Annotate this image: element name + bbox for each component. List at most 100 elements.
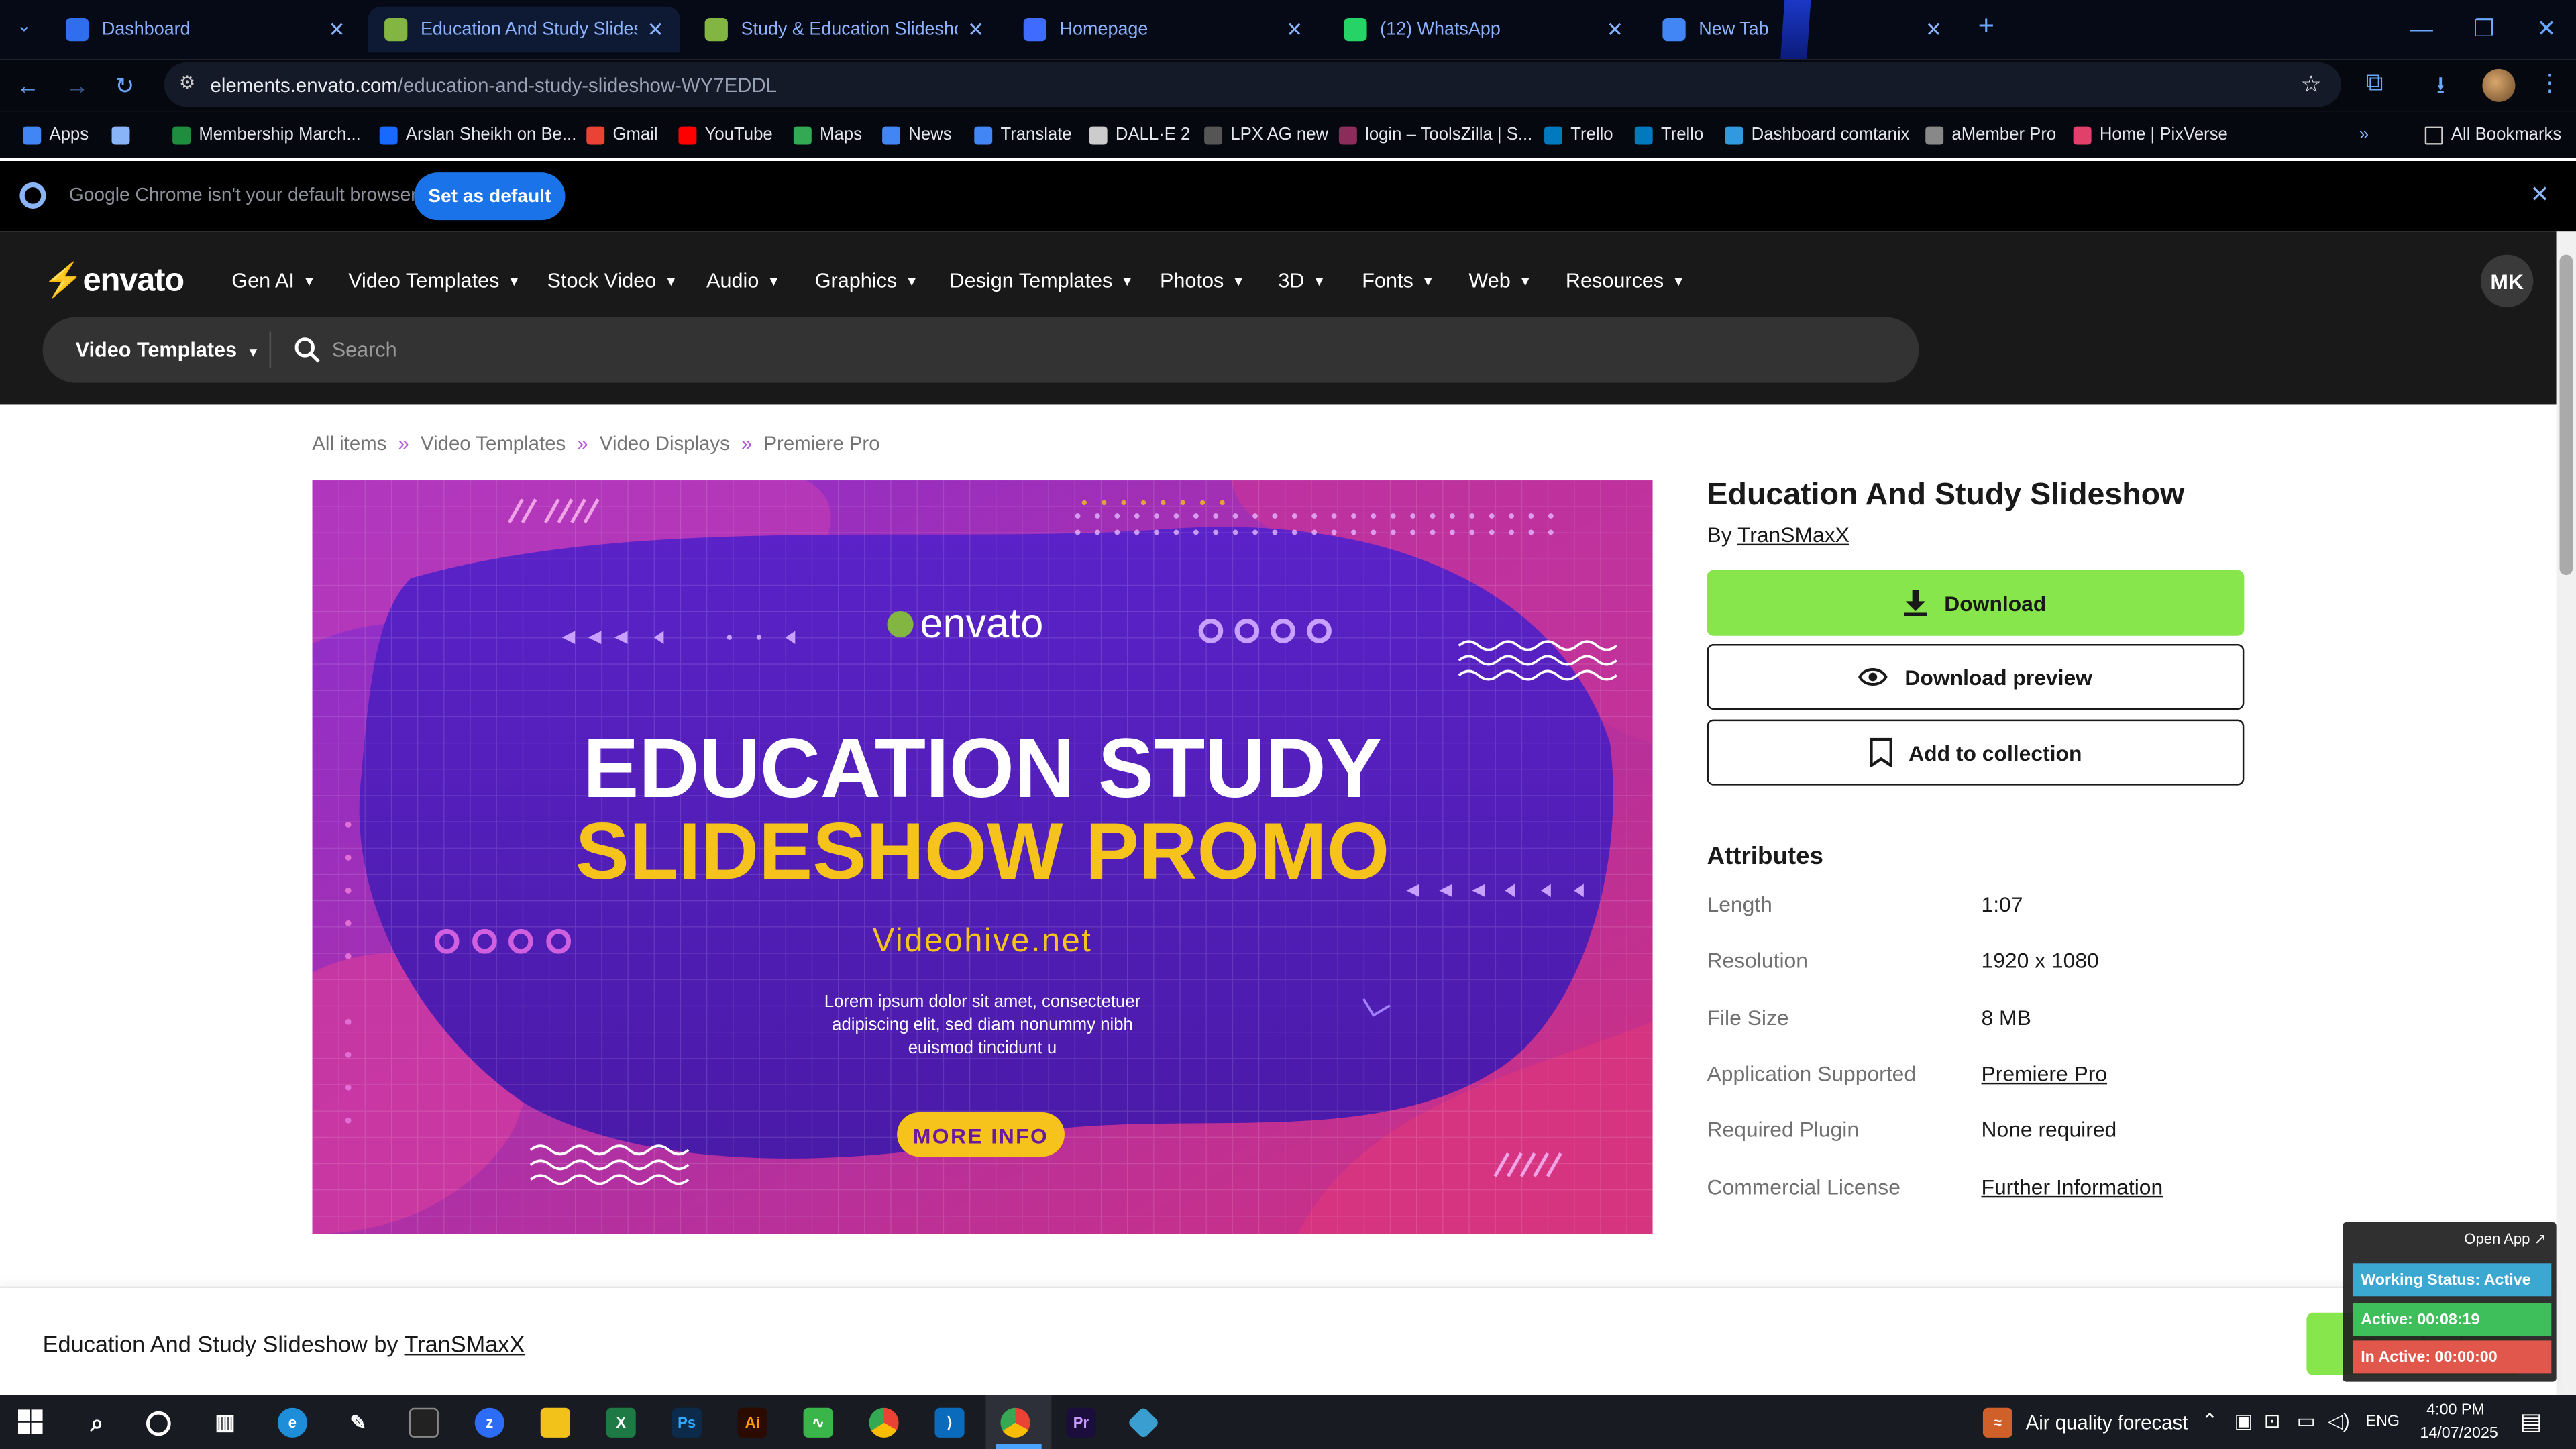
tab-close-icon[interactable]: ✕ (329, 18, 345, 41)
tab-close-icon[interactable]: ✕ (647, 18, 664, 41)
tab-close-icon[interactable]: ✕ (1925, 18, 1942, 41)
bookmark-item[interactable]: YouTube (678, 121, 773, 148)
tab-5[interactable]: New Tab ✕ (1646, 7, 1958, 53)
nav-item-video-templates[interactable]: Video Templates ▼ (348, 270, 521, 292)
illustrator-icon[interactable]: Ai (737, 1407, 767, 1438)
tab-3[interactable]: Homepage ✕ (1007, 7, 1319, 53)
nav-item-audio[interactable]: Audio ▼ (706, 270, 780, 292)
tab-1[interactable]: Education And Study Slideshow ✕ (368, 6, 680, 53)
nav-item-stock-video[interactable]: Stock Video ▼ (547, 270, 678, 292)
downloads-icon[interactable]: ⭳ (2436, 69, 2445, 110)
profile-avatar[interactable] (2482, 68, 2516, 102)
scrollbar-thumb[interactable] (2559, 254, 2573, 576)
site-info-icon[interactable]: ⚙ (179, 72, 195, 93)
download-preview-button[interactable]: Download preview (1707, 644, 2245, 710)
forward-icon[interactable]: → (66, 72, 89, 99)
breadcrumb-link[interactable]: Video Displays (600, 432, 730, 455)
camtasia-icon[interactable]: ∿ (803, 1407, 833, 1438)
reload-icon[interactable]: ↻ (115, 72, 134, 101)
weather-widget[interactable]: Air quality forecast (2026, 1411, 2188, 1434)
bookmark-item[interactable]: Gmail (586, 121, 658, 148)
new-tab-button[interactable]: + (1978, 10, 1994, 43)
premiere-icon[interactable]: Pr (1066, 1407, 1096, 1438)
nav-item-fonts[interactable]: Fonts ▼ (1362, 270, 1434, 292)
more-bookmarks-icon[interactable]: » (2359, 121, 2369, 148)
menu-icon[interactable]: ⋮ (2538, 69, 2561, 97)
product-preview-image[interactable]: envato EDUCATION STUDY SLIDESHOW PROMO V… (312, 480, 1653, 1234)
attribute-value-link[interactable]: Further Information (1981, 1174, 2163, 1199)
breadcrumb-link[interactable]: Video Templates (421, 432, 566, 455)
search-taskbar-icon[interactable]: ⌕ (82, 1408, 111, 1438)
address-bar[interactable]: ⚙ elements.envato.com/education-and-stud… (164, 62, 2341, 107)
task-view-icon[interactable]: ▥ (210, 1408, 239, 1438)
tray-security-icon[interactable]: ⊡ (2264, 1409, 2281, 1432)
author-link[interactable]: TranSMaxX (1737, 523, 1849, 547)
open-app-link[interactable]: Open App ↗ (2464, 1230, 2546, 1248)
tab-close-icon[interactable]: ✕ (1607, 18, 1623, 41)
pen-tool-icon[interactable]: ✎ (343, 1408, 373, 1438)
search-input[interactable] (331, 330, 1811, 370)
restore-button[interactable]: ❐ (2455, 0, 2514, 56)
bookmark-item[interactable]: Trello (1544, 121, 1613, 148)
all-bookmarks[interactable]: All Bookmarks (2424, 121, 2561, 148)
bookmark-item[interactable]: LPX AG new (1204, 121, 1328, 148)
chrome-taskbar-icon[interactable] (869, 1407, 899, 1438)
sticky-author-link[interactable]: TranSMaxX (404, 1331, 525, 1357)
cortana-icon[interactable] (146, 1411, 171, 1436)
nav-item-design-templates[interactable]: Design Templates ▼ (950, 270, 1134, 292)
page-scrollbar[interactable] (2556, 231, 2576, 1395)
bookmark-item[interactable]: Maps (793, 121, 862, 148)
tab-close-icon[interactable]: ✕ (1286, 18, 1303, 41)
nav-item-3d[interactable]: 3D ▼ (1278, 270, 1326, 292)
bookmark-star-icon[interactable]: ☆ (2301, 70, 2322, 99)
nav-item-gen-ai[interactable]: Gen AI ▼ (231, 270, 315, 292)
network-icon[interactable]: ▭ (2297, 1409, 2316, 1432)
notifications-icon[interactable]: ▤ (2520, 1408, 2542, 1436)
chrome-active-icon[interactable] (1000, 1407, 1030, 1438)
nav-item-graphics[interactable]: Graphics ▼ (815, 270, 918, 292)
clock-date[interactable]: 14/07/2025 (2420, 1424, 2498, 1442)
bookmark-item[interactable]: login – ToolsZilla | S... (1338, 121, 1532, 148)
tab-4[interactable]: (12) WhatsApp ✕ (1328, 7, 1640, 53)
tracker-app-icon[interactable] (1127, 1406, 1160, 1440)
tab-close-icon[interactable]: ✕ (967, 18, 984, 41)
tab-2[interactable]: Study & Education Slideshow, V ✕ (688, 7, 1000, 53)
tray-app-icon[interactable]: ▣ (2235, 1409, 2253, 1432)
bookmark-item[interactable] (111, 121, 138, 148)
bookmark-item[interactable]: Dashboard comtanix (1725, 121, 1910, 148)
excel-icon[interactable]: X (606, 1407, 636, 1438)
breadcrumb-link[interactable]: Premiere Pro (763, 432, 879, 455)
edge-icon[interactable]: e (277, 1407, 307, 1438)
clock-time[interactable]: 4:00 PM (2426, 1401, 2485, 1419)
tab-0[interactable]: Dashboard ✕ (49, 7, 361, 53)
file-explorer-icon[interactable] (540, 1407, 570, 1438)
bookmark-item[interactable]: DALL·E 2 (1089, 121, 1190, 148)
tab-search-icon[interactable]: ⌄ (16, 15, 32, 36)
bookmark-item[interactable]: Translate (974, 121, 1072, 148)
minimize-button[interactable]: — (2392, 0, 2451, 56)
breadcrumb-link[interactable]: All items (312, 432, 386, 455)
infobar-close-icon[interactable]: ✕ (2530, 180, 2549, 209)
bookmark-item[interactable]: Membership March... (172, 121, 361, 148)
add-to-collection-button[interactable]: Add to collection (1707, 719, 2245, 786)
bookmark-item[interactable]: News (882, 121, 952, 148)
nav-item-web[interactable]: Web ▼ (1468, 270, 1532, 292)
download-button[interactable]: Download (1707, 570, 2245, 636)
user-avatar[interactable]: MK (2480, 254, 2534, 307)
search-category-select[interactable]: Video Templates ▼ (76, 338, 260, 361)
back-icon[interactable]: ← (16, 72, 39, 99)
tray-chevron-icon[interactable]: ⌃ (2202, 1409, 2218, 1432)
bookmark-item[interactable]: Trello (1634, 121, 1703, 148)
photoshop-icon[interactable]: Ps (672, 1407, 702, 1438)
nav-item-photos[interactable]: Photos ▼ (1160, 270, 1245, 292)
bookmark-item[interactable]: Apps (23, 121, 89, 148)
bookmark-item[interactable]: aMember Pro (1925, 121, 2056, 148)
set-default-button[interactable]: Set as default (414, 172, 566, 221)
language-indicator[interactable]: ENG (2366, 1413, 2400, 1431)
windows-start-icon[interactable] (17, 1409, 43, 1434)
bookmark-item[interactable]: Arslan Sheikh on Be... (379, 121, 576, 148)
extensions-icon[interactable]: ⧉ (2366, 69, 2383, 97)
bookmark-item[interactable]: Home | PixVerse (2073, 121, 2228, 148)
volume-icon[interactable]: ◁) (2328, 1409, 2349, 1432)
zoom-icon[interactable]: z (474, 1407, 504, 1438)
